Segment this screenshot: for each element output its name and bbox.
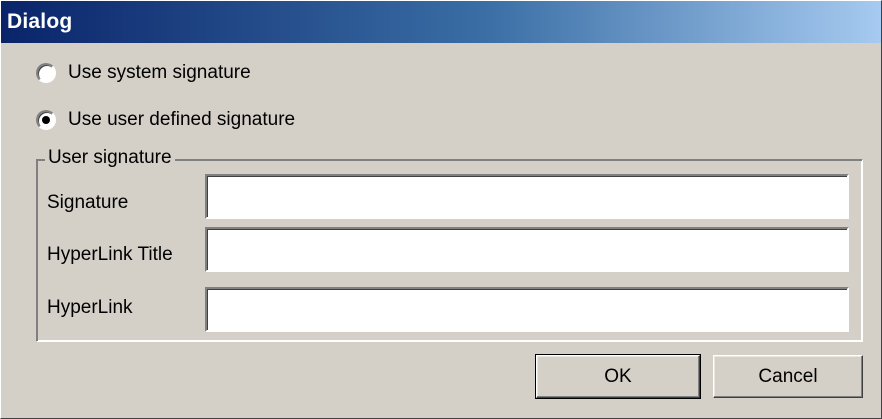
signature-label: Signature [47,192,129,213]
user-signature-group-legend: User signature [45,147,175,169]
user-defined-signature-label[interactable]: Use user defined signature [68,109,295,131]
dialog-window: Dialog Use system signature Use user def… [0,0,882,419]
signature-input[interactable] [205,174,849,219]
hyperlink-title-label: HyperLink Title [47,244,173,265]
ok-button[interactable]: OK [535,354,701,399]
system-signature-label[interactable]: Use system signature [68,62,251,84]
hyperlink-title-input[interactable] [205,227,849,272]
user-defined-signature-radio[interactable] [36,110,56,130]
radio-selected-dot [42,116,50,124]
window-title: Dialog [7,10,73,33]
system-signature-option[interactable]: Use system signature [36,62,251,84]
cancel-button[interactable]: Cancel [713,355,863,398]
hyperlink-label: HyperLink [47,297,133,318]
title-bar[interactable]: Dialog [1,1,881,43]
user-defined-signature-option[interactable]: Use user defined signature [36,109,295,131]
system-signature-radio[interactable] [36,63,56,83]
hyperlink-input[interactable] [205,287,849,332]
